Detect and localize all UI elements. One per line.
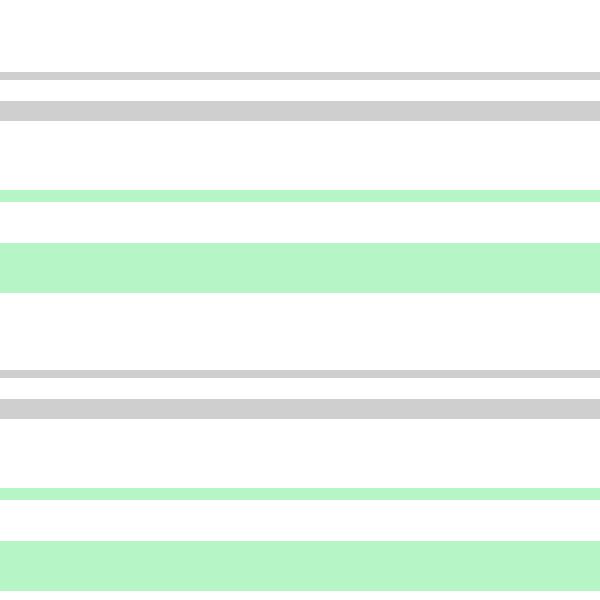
stripe-4	[0, 370, 600, 378]
stripe-6	[0, 488, 600, 500]
stripe-1	[0, 101, 600, 121]
stripe-2	[0, 190, 600, 202]
stripe-3	[0, 243, 600, 293]
stripe-0	[0, 72, 600, 80]
stripe-7	[0, 541, 600, 591]
stripe-5	[0, 399, 600, 419]
